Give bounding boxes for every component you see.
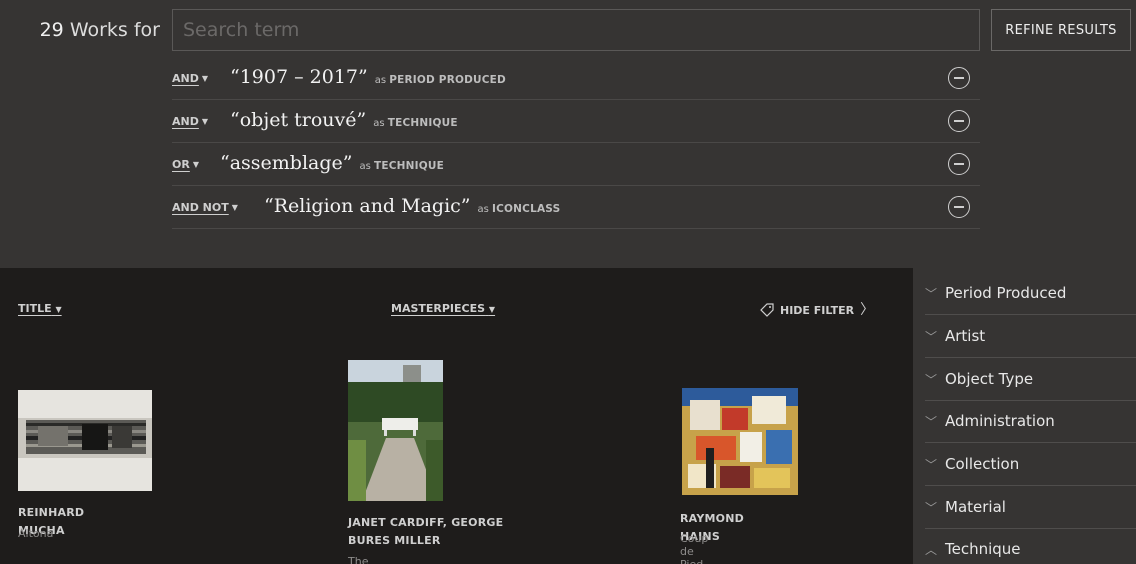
- caret-down-icon: ▼: [231, 203, 238, 212]
- chevron-down-icon: ﹀: [925, 458, 938, 472]
- work-title[interactable]: Altona: [18, 527, 53, 540]
- results-count: 29 Works for: [0, 9, 170, 52]
- filter-administration[interactable]: ﹀ Administration: [925, 400, 1136, 443]
- filter-technique[interactable]: ︿ Technique: [925, 528, 1136, 564]
- caret-down-icon: ▼: [201, 74, 209, 83]
- remove-criterion-icon[interactable]: [948, 153, 970, 175]
- filter-artist[interactable]: ﹀ Artist: [925, 315, 1136, 358]
- criterion-row: AND NOT ▼ “Religion and Magic” as ICONCLAS…: [172, 186, 980, 229]
- caret-down-icon: ▼: [488, 305, 496, 314]
- caret-down-icon: ▼: [201, 117, 209, 126]
- operator-dropdown[interactable]: AND ▼: [172, 100, 208, 143]
- remove-criterion-icon[interactable]: [948, 196, 970, 218]
- caret-down-icon: ▼: [55, 305, 62, 314]
- tag-icon: [760, 303, 774, 317]
- remove-criterion-icon[interactable]: [948, 110, 970, 132]
- sort-title-dropdown[interactable]: TITLE ▼: [18, 302, 62, 315]
- chevron-up-icon: ︿: [925, 543, 938, 557]
- refine-results-button[interactable]: REFINE RESULTS: [991, 9, 1131, 51]
- filter-collection[interactable]: ﹀ Collection: [925, 443, 1136, 486]
- criterion-row: OR ▼ “assemblage” as TECHNIQUE: [172, 143, 980, 186]
- results-count-suffix: Works for: [69, 19, 160, 41]
- artwork-thumbnail[interactable]: [18, 390, 152, 491]
- artwork-thumbnail[interactable]: [682, 388, 798, 495]
- filter-object-type[interactable]: ﹀ Object Type: [925, 358, 1136, 401]
- operator-dropdown[interactable]: AND NOT ▼: [172, 186, 238, 229]
- chevron-down-icon: ﹀: [925, 287, 938, 301]
- hide-filter-button[interactable]: HIDE FILTER 〉: [760, 299, 874, 319]
- work-title[interactable]: Coup de Pied: [680, 532, 708, 564]
- work-artist[interactable]: JANET CARDIFF, GEORGE BURES MILLER: [348, 514, 538, 550]
- chevron-down-icon: ﹀: [925, 501, 938, 515]
- criterion-row: AND ▼ “objet trouvé” as TECHNIQUE: [172, 100, 980, 143]
- chevron-down-icon: ﹀: [925, 415, 938, 429]
- operator-dropdown[interactable]: OR ▼: [172, 143, 199, 186]
- results-number: 29: [39, 19, 64, 41]
- masterpieces-dropdown[interactable]: MASTERPIECES ▼: [391, 302, 495, 315]
- operator-dropdown[interactable]: AND ▼: [172, 57, 208, 100]
- work-title[interactable]: The Bench: [348, 555, 382, 564]
- criterion-row: AND ▼ “1907 – 2017” as PERIOD PRODUCED: [172, 57, 980, 100]
- search-panel: 29 Works for REFINE RESULTS AND▼ “1907 –…: [0, 0, 1136, 268]
- filter-period-produced[interactable]: ﹀ Period Produced: [925, 272, 1136, 315]
- criterion-term: “Religion and Magic” as ICONCLASS: [264, 195, 561, 217]
- search-input[interactable]: [172, 9, 980, 51]
- criterion-term: “objet trouvé” as TECHNIQUE: [230, 109, 458, 131]
- criterion-term: “assemblage” as TECHNIQUE: [220, 152, 444, 174]
- chevron-right-icon: 〉: [860, 302, 875, 318]
- filter-panel: ﹀ Period Produced ﹀ Artist ﹀ Object Type ﹀ A…: [913, 268, 1136, 564]
- caret-down-icon: ▼: [192, 160, 199, 169]
- chevron-down-icon: ﹀: [925, 330, 938, 344]
- criterion-term: “1907 – 2017” as PERIOD PRODUCED: [230, 66, 506, 88]
- chevron-down-icon: ﹀: [925, 373, 938, 387]
- filter-material[interactable]: ﹀ Material: [925, 486, 1136, 529]
- remove-criterion-icon[interactable]: [948, 67, 970, 89]
- artwork-thumbnail[interactable]: [348, 360, 443, 501]
